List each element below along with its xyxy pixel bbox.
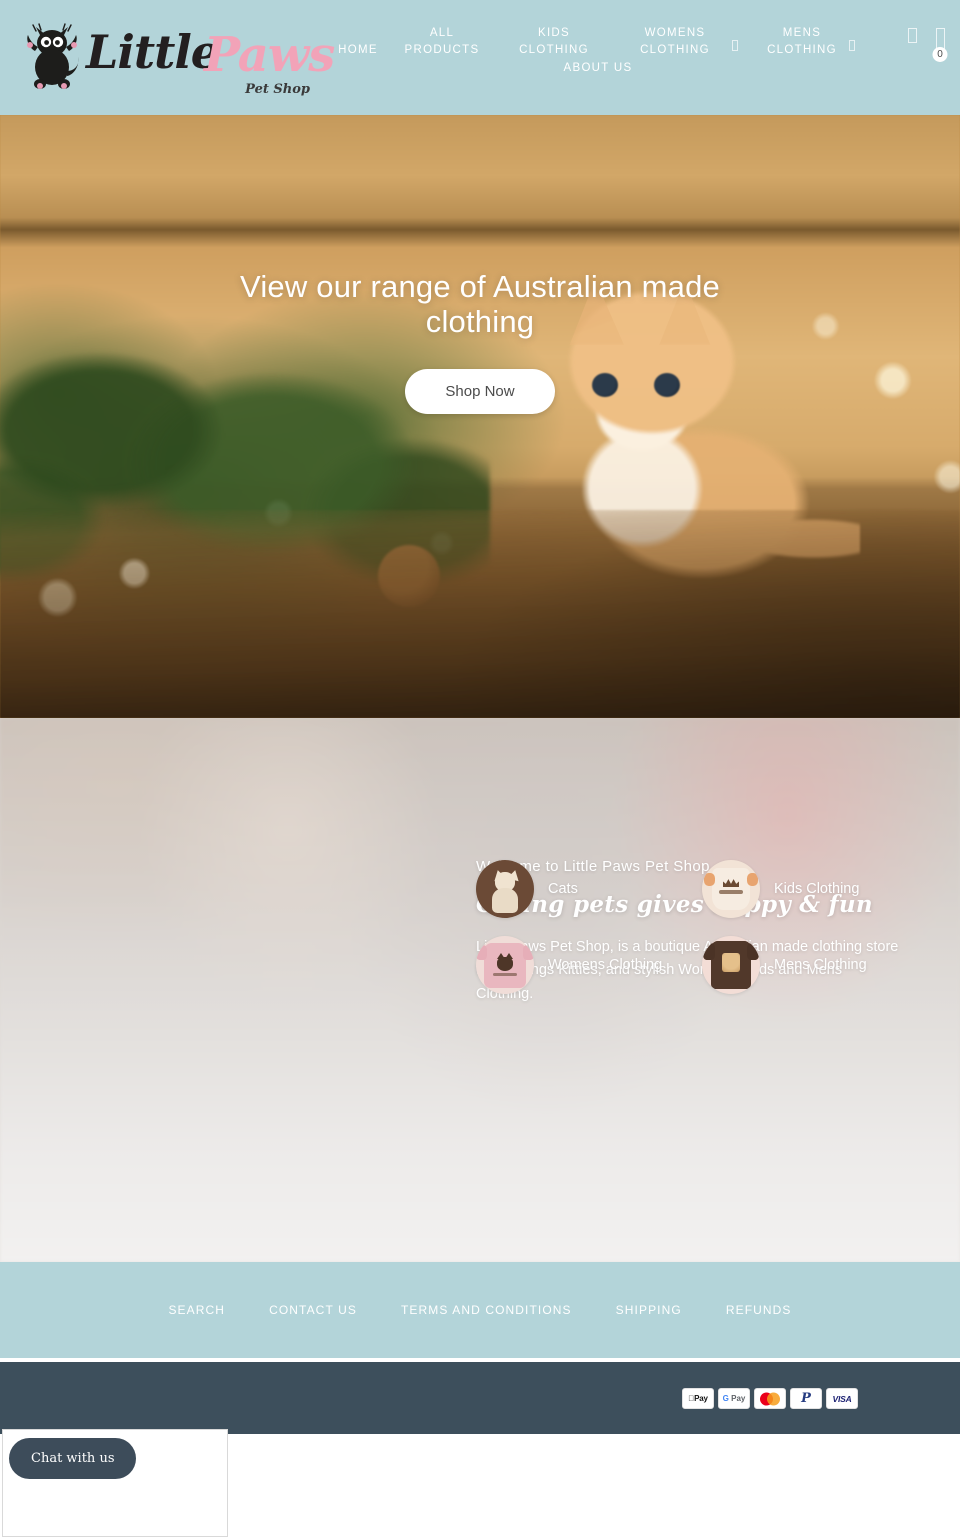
mastercard-icon [754,1388,786,1409]
nav-item-about-us[interactable]: ABOUT US [558,60,638,77]
nav-item-womens-clothing[interactable]: WOMENS CLOTHING [634,25,716,59]
category-item-womens-clothing[interactable]: Womens Clothing [476,936,702,994]
category-label-kids-clothing: Kids Clothing [774,881,860,897]
footer-bottom-bar: Pay G Pay P VISA [0,1358,960,1434]
mens-tee-icon [702,936,760,994]
footer-link-search[interactable]: SEARCH [146,1303,247,1317]
black-cat-logo-icon [22,23,84,93]
category-item-cats[interactable]: Cats [476,860,702,918]
nav-item-mens-clothing[interactable]: MENS CLOTHING [762,25,842,59]
nav-item-kids-clothing[interactable]: KIDS CLOTHING [512,25,596,59]
logo-tagline: Pet Shop [245,82,310,97]
cart-count-badge: 0 [932,47,948,62]
hero-title: View our range of Australian made clothi… [240,269,720,339]
footer-link-terms-and-conditions[interactable]: TERMS AND CONDITIONS [379,1303,594,1317]
hero-banner: View our range of Australian made clothi… [0,115,960,718]
cat-photo-icon [476,860,534,918]
category-label-cats: Cats [548,881,578,897]
payment-methods: Pay G Pay P VISA [682,1388,858,1409]
nav-item-home[interactable]: HOME [328,42,388,59]
footer-link-bar: SEARCH CONTACT US TERMS AND CONDITIONS S… [0,1262,960,1358]
footer-link-refunds[interactable]: REFUNDS [704,1303,814,1317]
footer-link-contact-us[interactable]: CONTACT US [247,1303,379,1317]
shop-now-button[interactable]: Shop Now [405,369,555,415]
site-header: Little Paws Pet Shop HOME ALL PRODUCTS K… [0,0,960,115]
footer-link-shipping[interactable]: SHIPPING [594,1303,704,1317]
logo-word-little: Little [86,25,220,79]
category-label-womens-clothing: Womens Clothing [548,957,663,973]
google-pay-icon: G Pay [718,1388,750,1409]
logo-wordmark: Little Paws Pet Shop [86,19,335,97]
kids-onesie-icon [702,860,760,918]
chevron-down-icon-mens[interactable] [849,38,855,52]
chat-widget-panel: Chat with us [2,1429,228,1537]
category-grid: Cats Kids Clothing Womens Clothing Mens … [476,860,928,994]
paypal-icon: P [790,1388,822,1409]
hero-content: View our range of Australian made clothi… [0,115,960,718]
visa-icon: VISA [826,1388,858,1409]
category-item-kids-clothing[interactable]: Kids Clothing [702,860,928,918]
site-logo[interactable]: Little Paws Pet Shop [22,8,335,108]
nav-item-all-products[interactable]: ALL PRODUCTS [402,25,482,59]
page-root: Little Paws Pet Shop HOME ALL PRODUCTS K… [0,0,960,1537]
womens-tee-icon [476,936,534,994]
chevron-down-icon-womens[interactable] [732,38,738,52]
header-icon-group: 0 [904,28,948,62]
chat-with-us-button[interactable]: Chat with us [9,1438,137,1479]
category-label-mens-clothing: Mens Clothing [774,957,867,973]
category-item-mens-clothing[interactable]: Mens Clothing [702,936,928,994]
logo-word-paws: Paws [204,27,335,83]
search-icon[interactable] [904,28,920,50]
cart-icon[interactable]: 0 [932,28,948,62]
apple-pay-icon: Pay [682,1388,714,1409]
